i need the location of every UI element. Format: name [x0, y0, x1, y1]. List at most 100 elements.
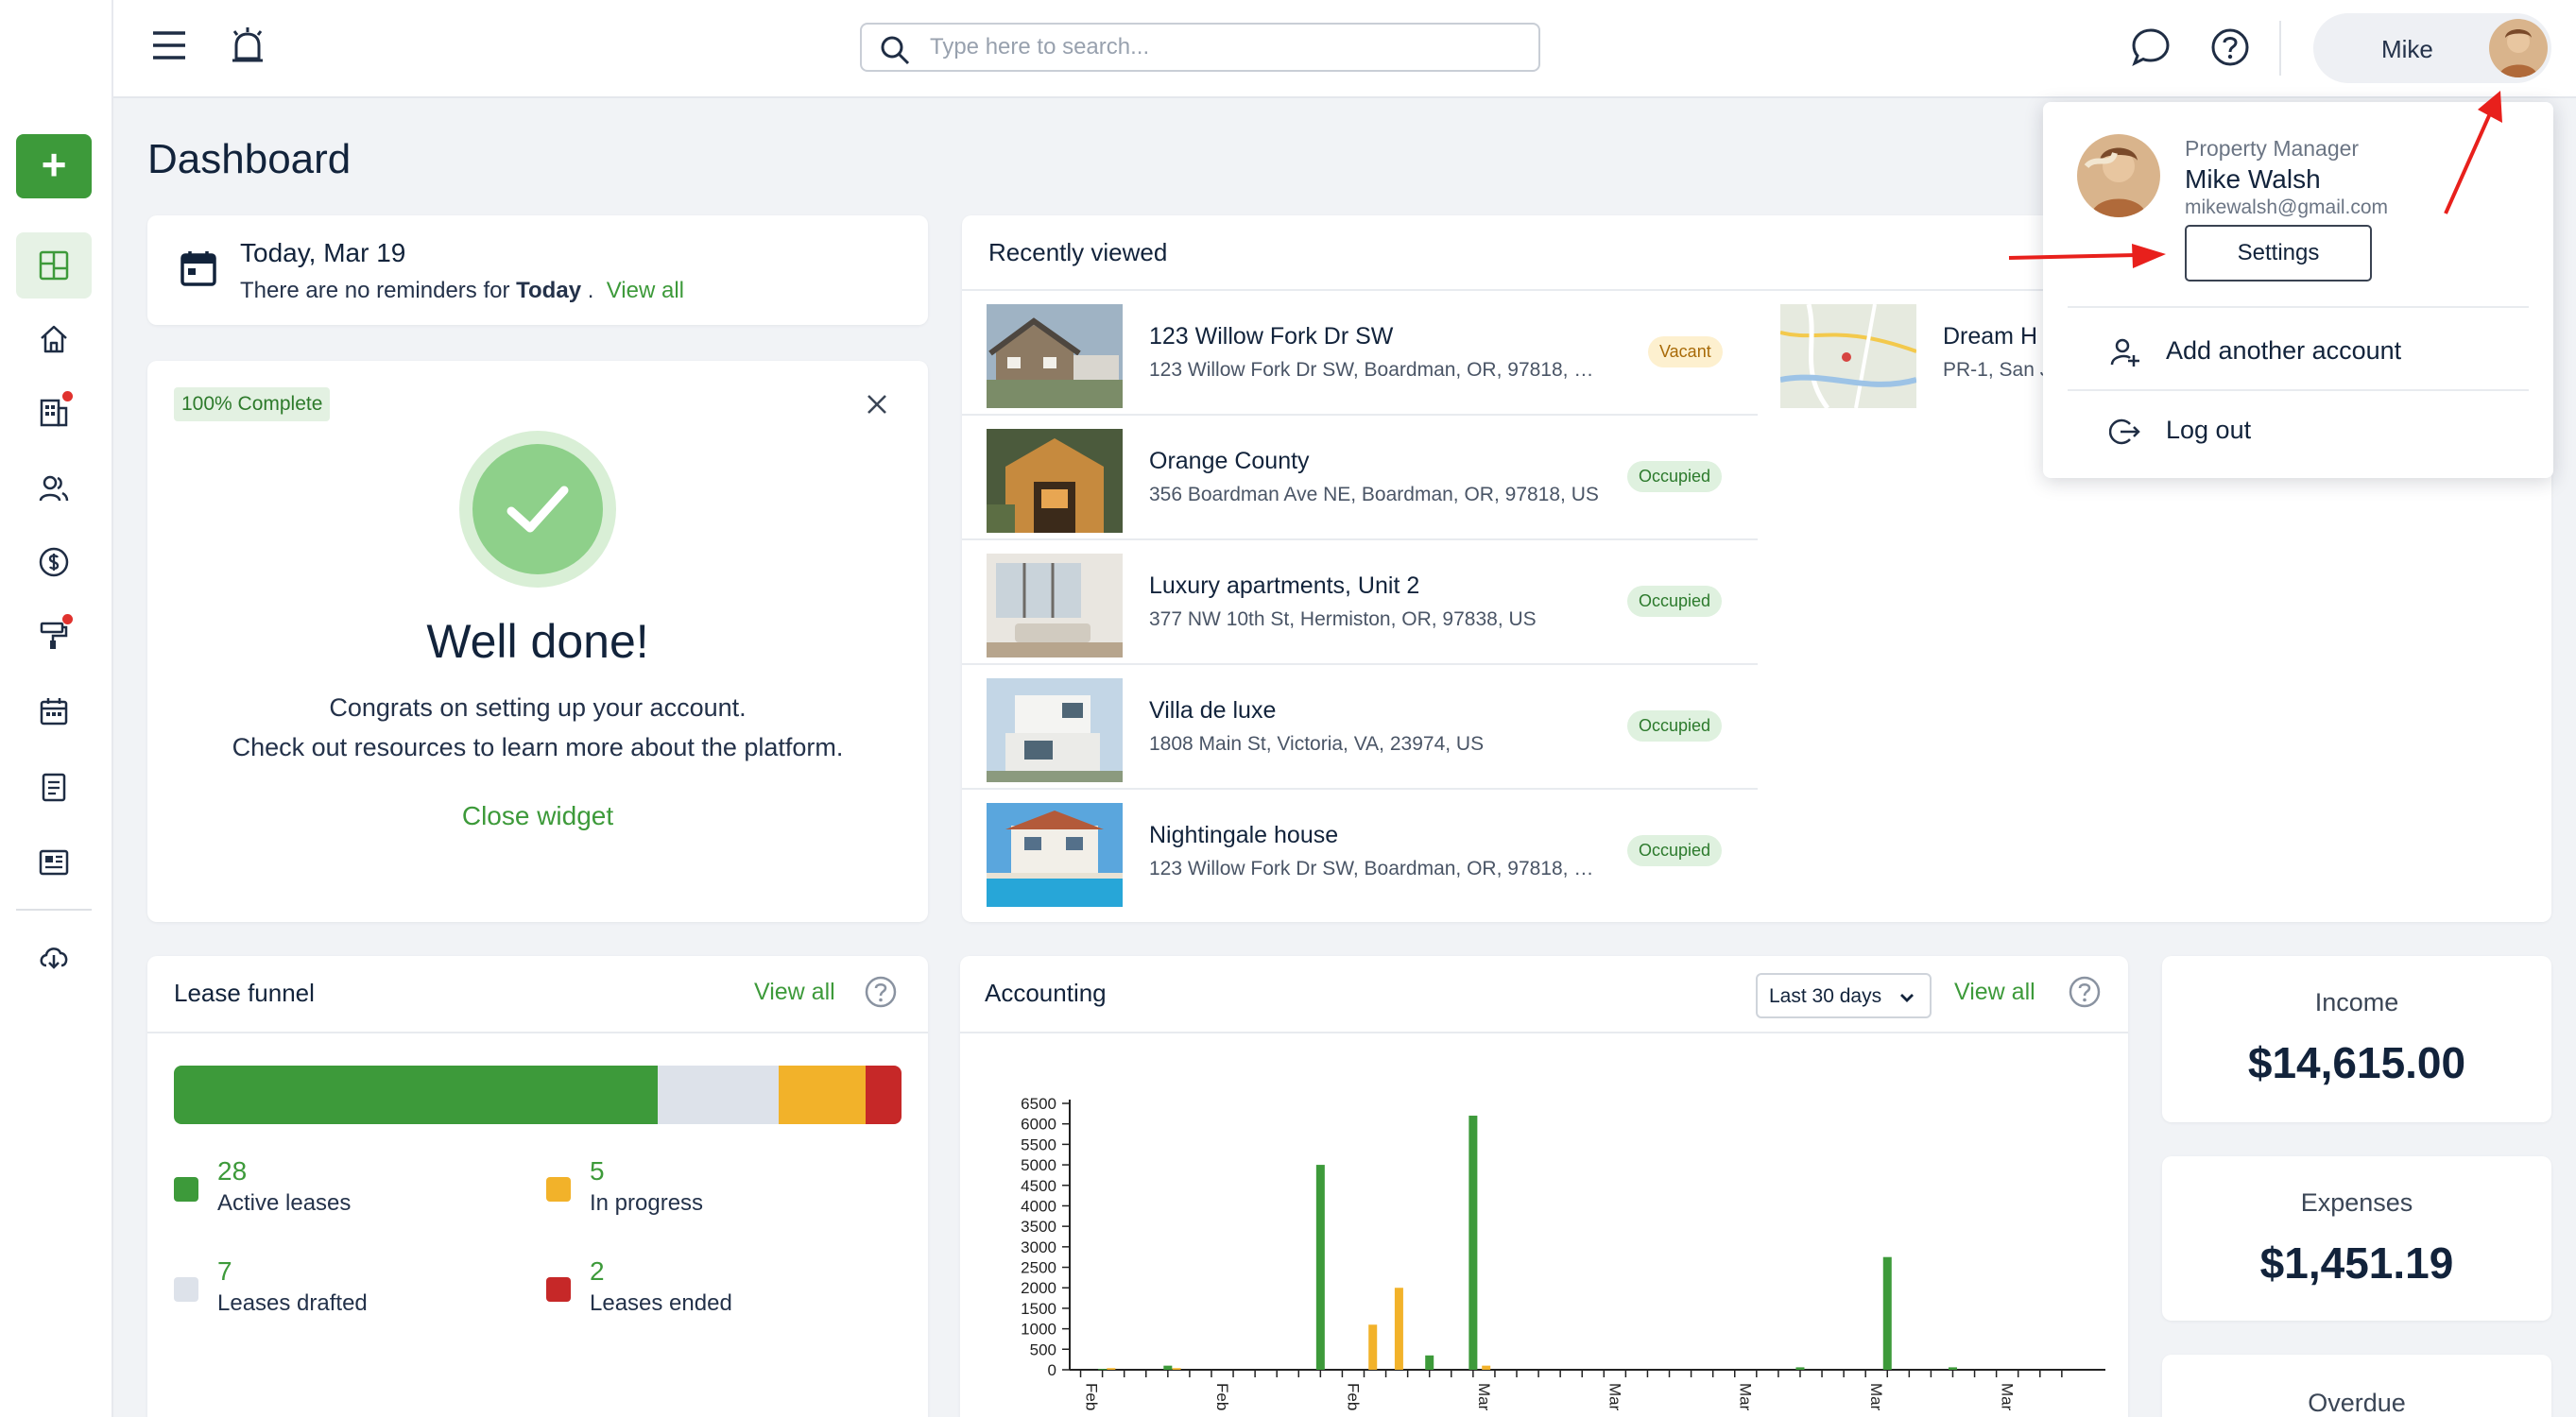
property-photo [987, 554, 1123, 657]
list-item[interactable]: Nightingale house 123 Willow Fork Dr SW,… [962, 790, 1758, 914]
y-tick-label: 4000 [1021, 1197, 1056, 1215]
status-badge: Vacant [1648, 336, 1723, 367]
reminders-card: Today, Mar 19 There are no reminders for… [147, 215, 928, 325]
property-photo [987, 803, 1123, 907]
property-address: 123 Willow Fork Dr SW, Boardman, OR, 978… [1149, 359, 1601, 381]
checkmark-icon [504, 481, 572, 538]
accounting-title: Accounting [985, 979, 1107, 1007]
list-item[interactable]: Villa de luxe 1808 Main St, Victoria, VA… [962, 665, 1758, 790]
expenses-card[interactable]: Expenses $1,451.19 [2162, 1156, 2551, 1321]
help-icon[interactable] [864, 975, 898, 1009]
chart-bar [1107, 1368, 1116, 1370]
property-address: 377 NW 10th St, Hermiston, OR, 97838, US [1149, 608, 1537, 630]
reminders-text: There are no reminders for Today . View … [240, 278, 684, 303]
user-menu-button[interactable]: Mike [2313, 13, 2551, 83]
property-address: PR-1, San J [1943, 359, 2051, 381]
nav-accounting[interactable] [16, 529, 92, 595]
search-input[interactable] [930, 32, 1516, 62]
dropdown-divider [2068, 306, 2529, 308]
list-item[interactable]: Orange County 356 Boardman Ave NE, Board… [962, 416, 1758, 540]
today-date: Today, Mar 19 [240, 238, 406, 267]
y-tick-label: 3500 [1021, 1218, 1056, 1236]
help-icon[interactable] [2209, 26, 2251, 68]
overdue-label: Overdue [2308, 1389, 2406, 1417]
settings-button[interactable]: Settings [2185, 225, 2372, 282]
chart-bar [1882, 1256, 1892, 1370]
add-button[interactable]: + [16, 134, 92, 198]
x-tick-label: Feb [1083, 1383, 1101, 1410]
y-tick-label: 2000 [1021, 1279, 1056, 1297]
property-address: 123 Willow Fork Dr SW, Boardman, OR, 978… [1149, 858, 1601, 879]
help-icon[interactable] [2068, 975, 2102, 1009]
notification-bell-icon[interactable] [229, 25, 266, 66]
notification-dot [62, 614, 73, 624]
nav-calendar[interactable] [16, 678, 92, 744]
lease-funnel-view-all-link[interactable]: View all [754, 979, 835, 1006]
period-select[interactable]: Last 30 days [1756, 973, 1932, 1018]
accounting-card: Accounting Last 30 days View all 0 500 100… [960, 956, 2128, 1417]
y-tick-label: 5500 [1021, 1135, 1056, 1153]
x-tick-label: Mar [1737, 1383, 1755, 1411]
nav-home[interactable] [16, 306, 92, 372]
expenses-value: $1,451.19 [2259, 1238, 2454, 1288]
expenses-label: Expenses [2300, 1188, 2413, 1217]
welcome-text-1: Congrats on setting up your account. [329, 693, 747, 722]
lease-funnel-bar [174, 1066, 902, 1124]
property-photo [987, 429, 1123, 533]
notification-dot [62, 391, 73, 401]
status-badge: Occupied [1627, 461, 1723, 492]
dollar-icon [38, 546, 70, 578]
nav-people[interactable] [16, 455, 92, 521]
y-tick-label: 3000 [1021, 1238, 1056, 1256]
nav-reports[interactable] [16, 829, 92, 896]
download-icon [38, 941, 70, 973]
chart-bar [1948, 1367, 1957, 1370]
close-icon[interactable] [866, 393, 888, 416]
reminders-view-all-link[interactable]: View all [607, 278, 684, 303]
legend-swatch [174, 1277, 198, 1302]
y-tick-label: 6500 [1021, 1095, 1056, 1113]
property-photo [987, 304, 1123, 408]
nav-properties[interactable] [16, 380, 92, 446]
legend-swatch [546, 1177, 571, 1202]
building-icon [38, 397, 70, 429]
legend-active-leases: 28 Active leases [174, 1156, 514, 1222]
y-tick-label: 1500 [1021, 1300, 1056, 1318]
dropdown-divider [2068, 389, 2529, 391]
accounting-view-all-link[interactable]: View all [1954, 979, 2035, 1006]
legend-swatch [546, 1277, 571, 1302]
status-badge: Occupied [1627, 835, 1723, 866]
user-full-name: Mike Walsh [2185, 164, 2321, 194]
recently-viewed-title: Recently viewed [988, 238, 1168, 266]
logout-icon [2109, 416, 2141, 448]
income-label: Income [2314, 988, 2399, 1016]
success-check [459, 431, 616, 588]
property-photo [987, 678, 1123, 782]
map-thumbnail [1780, 304, 1916, 408]
chat-icon[interactable] [2130, 26, 2172, 68]
x-tick-label: Mar [1606, 1383, 1623, 1411]
y-tick-label: 2500 [1021, 1259, 1056, 1277]
close-widget-link[interactable]: Close widget [147, 801, 928, 831]
overdue-card[interactable]: Overdue [2162, 1355, 2551, 1417]
user-name: Mike [2381, 35, 2433, 63]
avatar [2489, 19, 2548, 77]
nav-documents[interactable] [16, 754, 92, 820]
hamburger-menu-icon[interactable] [151, 28, 187, 62]
x-tick-label: Mar [1475, 1383, 1493, 1411]
newspaper-icon [38, 846, 70, 879]
active-leases-segment [174, 1066, 658, 1124]
list-item[interactable]: Luxury apartments, Unit 2 377 NW 10th St… [962, 540, 1758, 665]
nav-dashboard[interactable] [16, 232, 92, 299]
nav-maintenance[interactable] [16, 603, 92, 669]
dashboard-icon [38, 249, 70, 282]
income-card[interactable]: Income $14,615.00 [2162, 956, 2551, 1122]
list-item[interactable]: 123 Willow Fork Dr SW 123 Willow Fork Dr… [962, 291, 1758, 416]
user-email: mikewalsh@gmail.com [2185, 196, 2389, 218]
x-tick-label: Mar [1867, 1383, 1885, 1411]
add-account-item[interactable]: Add another account [2109, 327, 2516, 374]
logout-item[interactable]: Log out [2109, 406, 2516, 453]
calendar-icon [38, 695, 70, 727]
search-bar[interactable] [860, 23, 1540, 72]
nav-download[interactable] [16, 924, 92, 990]
